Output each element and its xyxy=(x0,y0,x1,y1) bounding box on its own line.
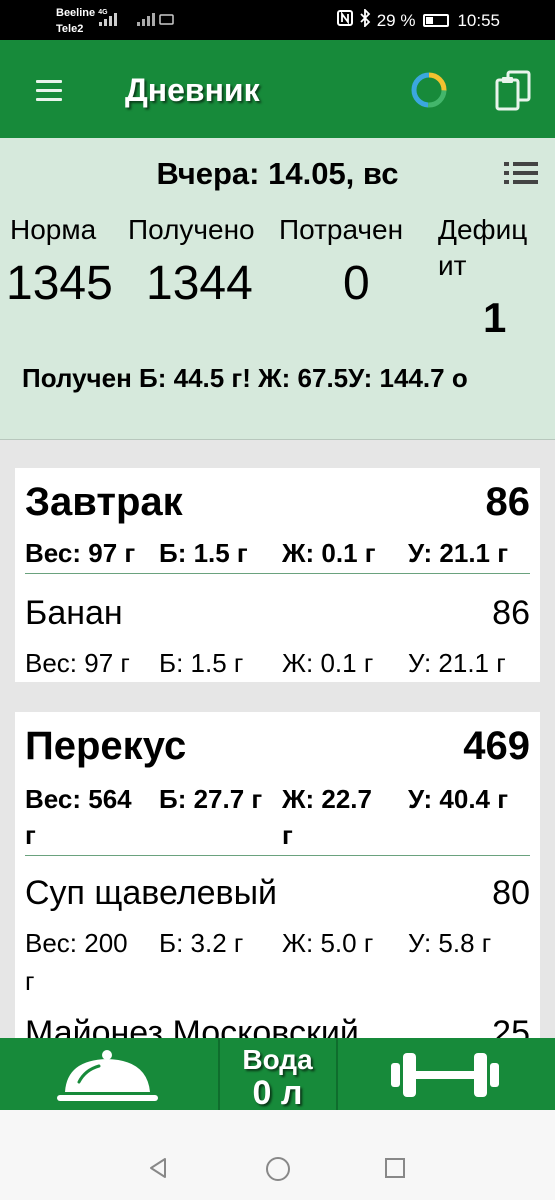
status-right: 29 % 10:55 xyxy=(336,7,500,32)
food-weight-unit: г xyxy=(25,966,35,996)
spent-value: 0 xyxy=(343,257,370,310)
recents-icon[interactable] xyxy=(384,1157,406,1184)
meal-card-snack[interactable]: Перекус 469 Вес: 564 г Б: 27.7 г Ж: 22.7… xyxy=(15,712,540,1038)
food-weight: Вес: 97 г xyxy=(25,648,130,678)
signal-2-icon xyxy=(136,12,176,29)
norm-label: Норма xyxy=(10,214,97,245)
carrier-1: Beeline xyxy=(56,7,96,19)
food-weight: Вес: 200 xyxy=(25,928,128,958)
meal-weight: Вес: 564 xyxy=(25,784,132,814)
meal-weight-unit: г xyxy=(25,820,36,850)
food-fat: Ж: 5.0 г xyxy=(282,928,374,958)
meal-fat-unit: г xyxy=(282,820,293,850)
progress-ring-icon[interactable] xyxy=(409,70,449,110)
home-icon[interactable] xyxy=(265,1156,291,1187)
page-title: Дневник xyxy=(125,72,260,108)
food-fat: Ж: 0.1 г xyxy=(282,648,374,678)
food-carbs: У: 5.8 г xyxy=(408,928,492,958)
water-value: 0 л xyxy=(252,1074,303,1112)
meal-protein: Б: 1.5 г xyxy=(159,538,248,568)
food-protein: Б: 1.5 г xyxy=(159,648,244,678)
meal-fat: Ж: 22.7 xyxy=(282,784,372,814)
system-nav-bar xyxy=(0,1110,555,1200)
meal-title: Завтрак xyxy=(25,480,183,524)
bottom-action-bar: Вода 0 л xyxy=(0,1038,555,1112)
bluetooth-icon xyxy=(359,7,371,32)
meal-protein: Б: 27.7 г xyxy=(159,784,263,814)
meal-cloche-icon[interactable] xyxy=(55,1046,160,1106)
received-macros: Получен Б: 44.5 г! Ж: 67.5У: 144.7 о xyxy=(22,363,468,393)
meal-carbs: У: 40.4 г xyxy=(408,784,509,814)
back-icon[interactable] xyxy=(146,1156,170,1185)
meal-weight: Вес: 97 г xyxy=(25,538,136,568)
meal-title: Перекус xyxy=(25,724,187,768)
divider xyxy=(25,855,530,856)
water-button[interactable]: Вода 0 л xyxy=(220,1038,335,1112)
received-label: Получено xyxy=(128,214,255,245)
meal-fat: Ж: 0.1 г xyxy=(282,538,376,568)
menu-icon[interactable] xyxy=(36,80,62,101)
list-icon[interactable] xyxy=(504,162,538,186)
deficit-label-line2: ит xyxy=(438,250,467,281)
food-name: Суп щавелевый xyxy=(25,874,277,912)
food-kcal: 86 xyxy=(492,594,530,632)
food-kcal: 80 xyxy=(492,874,530,912)
meal-kcal: 469 xyxy=(463,724,530,768)
meal-card-breakfast[interactable]: Завтрак 86 Вес: 97 г Б: 1.5 г Ж: 0.1 г У… xyxy=(15,468,540,682)
separator xyxy=(336,1038,338,1110)
divider xyxy=(25,573,530,574)
nfc-icon xyxy=(336,10,353,31)
food-carbs: У: 21.1 г xyxy=(408,648,506,678)
deficit-label-line1: Дефиц xyxy=(438,214,528,245)
dumbbell-icon[interactable] xyxy=(390,1050,500,1100)
norm-value: 1345 xyxy=(6,257,113,310)
water-label: Вода xyxy=(242,1044,313,1075)
signal-1-icon xyxy=(98,12,120,29)
food-name: Майонез Московский xyxy=(25,1014,359,1038)
spent-label: Потрачен xyxy=(279,214,404,245)
battery-icon xyxy=(423,14,450,27)
day-title[interactable]: Вчера: 14.05, вс xyxy=(0,156,555,192)
received-value: 1344 xyxy=(146,257,253,310)
clock: 10:55 xyxy=(457,10,500,30)
battery-percent: 29 % xyxy=(376,10,416,30)
food-name: Банан xyxy=(25,594,123,632)
app-bar: Дневник xyxy=(0,40,555,138)
deficit-value: 1 xyxy=(483,294,507,341)
food-kcal: 25 xyxy=(492,1014,530,1038)
clipboard-icon[interactable] xyxy=(494,68,532,112)
day-summary: Вчера: 14.05, вс Норма Получено Потрачен… xyxy=(0,138,555,440)
meal-carbs: У: 21.1 г xyxy=(408,538,509,568)
food-protein: Б: 3.2 г xyxy=(159,928,244,958)
status-bar: Beeline 4G Tele2 29 % 10:55 xyxy=(0,0,555,40)
meal-kcal: 86 xyxy=(485,480,531,524)
